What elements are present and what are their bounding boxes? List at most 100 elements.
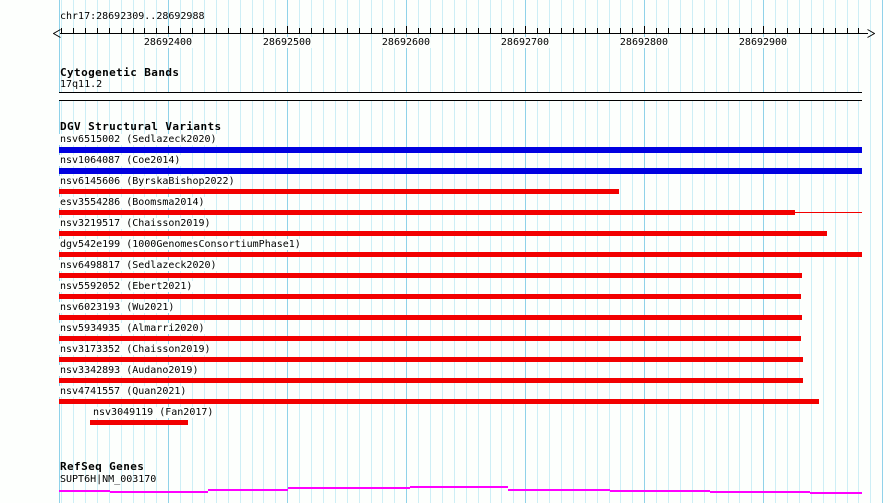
variant-label[interactable]: nsv1064087 (Coe2014) (59, 155, 182, 166)
axis-tick (692, 28, 693, 33)
ruler-tick-label: 28692800 (618, 37, 670, 48)
axis-tick (525, 26, 526, 33)
axis-tick (454, 28, 455, 33)
axis-tick (394, 28, 395, 33)
variant-bar[interactable] (59, 399, 819, 404)
variant-label[interactable]: nsv3173352 (Chaisson2019) (59, 344, 212, 355)
axis-tick (775, 28, 776, 33)
variant-bar[interactable] (59, 231, 827, 236)
grid-line-minor (870, 0, 871, 503)
axis-line (60, 33, 868, 34)
axis-tick (121, 28, 122, 33)
cytoband-glyph[interactable] (59, 92, 862, 101)
axis-tick (287, 26, 288, 33)
axis-tick (490, 28, 491, 33)
axis-tick (168, 26, 169, 33)
axis-tick (513, 28, 514, 33)
variant-bar[interactable] (59, 168, 862, 174)
axis-tick (573, 28, 574, 33)
variant-label[interactable]: nsv6498817 (Sedlazeck2020) (59, 260, 218, 271)
variant-label[interactable]: nsv6023193 (Wu2021) (59, 302, 176, 313)
variant-bar[interactable] (59, 357, 803, 362)
axis-tick (263, 28, 264, 33)
axis-tick (371, 28, 372, 33)
refseq-track-title: RefSeq Genes (60, 460, 145, 473)
variant-label[interactable]: nsv6515002 (Sedlazeck2020) (59, 134, 218, 145)
variant-track-title: DGV Structural Variants (60, 120, 222, 133)
axis-tick (835, 28, 836, 33)
axis-tick (811, 28, 812, 33)
variant-label[interactable]: dgv542e199 (1000GenomesConsortiumPhase1) (59, 239, 302, 250)
variant-label[interactable]: nsv4741557 (Quan2021) (59, 386, 188, 397)
axis-tick (323, 28, 324, 33)
refseq-gene-line-segment[interactable] (288, 487, 410, 489)
axis-tick (466, 28, 467, 33)
axis-tick (442, 28, 443, 33)
ruler-tick-label: 28692600 (380, 37, 432, 48)
refseq-gene-line-segment[interactable] (810, 492, 862, 494)
refseq-gene-label[interactable]: SUPT6H|NM_003170 (59, 474, 157, 485)
axis-tick (204, 28, 205, 33)
refseq-gene-line-segment[interactable] (610, 490, 710, 492)
variant-bar[interactable] (59, 336, 801, 341)
axis-tick (751, 28, 752, 33)
refseq-gene-line-segment[interactable] (710, 491, 810, 493)
axis-tick (478, 28, 479, 33)
ruler-tick-label: 28692500 (261, 37, 313, 48)
axis-tick (418, 28, 419, 33)
refseq-gene-line-segment[interactable] (208, 489, 288, 491)
refseq-gene-line-segment[interactable] (410, 486, 508, 488)
axis-tick (192, 28, 193, 33)
variant-bar[interactable] (59, 378, 803, 383)
grid-line-major (882, 0, 883, 503)
axis-tick (240, 28, 241, 33)
variant-bar[interactable] (59, 252, 862, 257)
variant-label[interactable]: nsv3342893 (Audano2019) (59, 365, 200, 376)
variant-bar[interactable] (59, 315, 802, 320)
position-label: chr17:28692309..28692988 (60, 11, 205, 22)
cytoband-track-title: Cytogenetic Bands (60, 66, 180, 79)
variant-label[interactable]: nsv5592052 (Ebert2021) (59, 281, 194, 292)
variant-label[interactable]: nsv3219517 (Chaisson2019) (59, 218, 212, 229)
variant-bar[interactable] (59, 147, 862, 153)
axis-tick (501, 28, 502, 33)
axis-tick (252, 28, 253, 33)
axis-tick (847, 28, 848, 33)
ruler-tick-label: 28692400 (142, 37, 194, 48)
axis-tick (275, 28, 276, 33)
axis-tick (632, 28, 633, 33)
axis-tick (133, 28, 134, 33)
axis-tick (858, 28, 859, 33)
axis-tick (739, 28, 740, 33)
axis-tick (180, 28, 181, 33)
axis-arrow-left-icon (53, 29, 61, 38)
axis-tick (382, 28, 383, 33)
refseq-gene-line-segment[interactable] (59, 490, 110, 492)
axis-tick (299, 28, 300, 33)
axis-tick (347, 28, 348, 33)
axis-tick (430, 28, 431, 33)
variant-label[interactable]: nsv5934935 (Almarri2020) (59, 323, 206, 334)
axis-tick (537, 28, 538, 33)
axis-tick (73, 28, 74, 33)
refseq-gene-line-segment[interactable] (508, 489, 610, 491)
variant-bar-thin-extension[interactable] (795, 212, 862, 213)
variant-bar[interactable] (59, 189, 619, 194)
variant-label[interactable]: nsv6145606 (ByrskaBishop2022) (59, 176, 236, 187)
axis-tick (644, 26, 645, 33)
cytoband-label[interactable]: 17q11.2 (59, 79, 103, 90)
refseq-gene-line-segment[interactable] (110, 491, 208, 493)
variant-bar[interactable] (90, 420, 188, 425)
axis-tick (85, 28, 86, 33)
variant-bar[interactable] (59, 273, 802, 278)
genome-browser-view: chr17:28692309..28692988 28692400 2869250… (0, 0, 890, 503)
axis-tick (728, 28, 729, 33)
variant-bar[interactable] (59, 294, 801, 299)
axis-tick (585, 28, 586, 33)
axis-tick (406, 26, 407, 33)
variant-bar[interactable] (59, 210, 795, 215)
variant-label[interactable]: esv3554286 (Boomsma2014) (59, 197, 206, 208)
axis-tick (144, 28, 145, 33)
variant-label[interactable]: nsv3049119 (Fan2017) (92, 407, 215, 418)
axis-tick (656, 28, 657, 33)
